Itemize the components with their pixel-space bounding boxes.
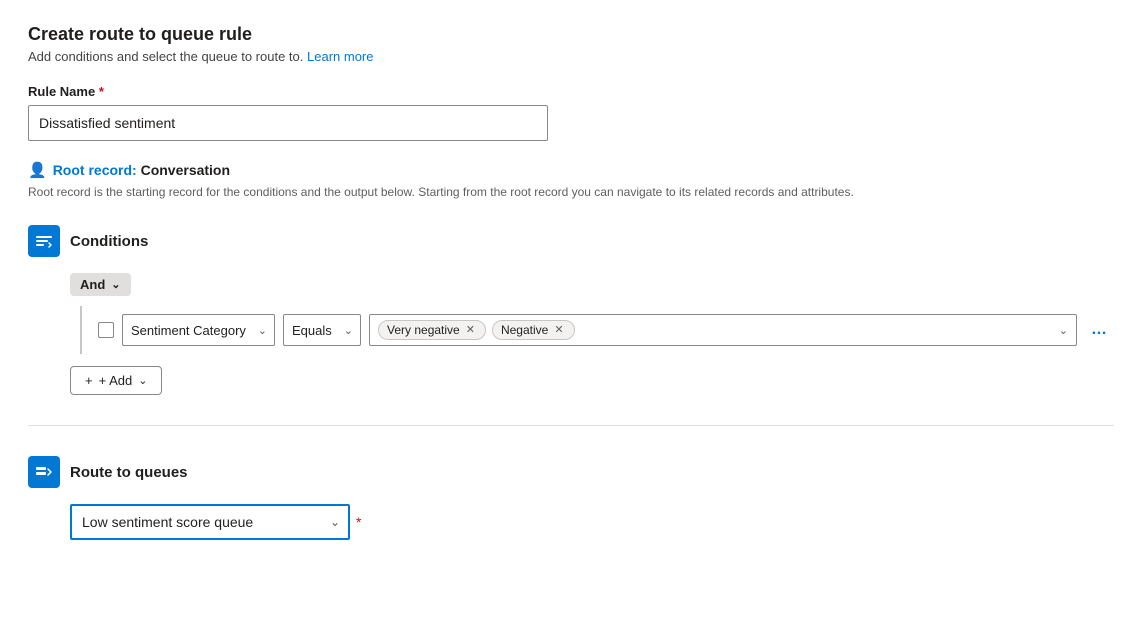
operator-select[interactable]: Equals [283, 314, 361, 346]
condition-row: Sentiment Category ⌄ Equals ⌄ Very negat… [98, 306, 1114, 354]
required-marker: * [99, 84, 104, 99]
and-button[interactable]: And ⌄ [70, 273, 131, 296]
remove-very-negative-button[interactable]: ✕ [464, 325, 477, 336]
conditions-body: And ⌄ Sentiment Category ⌄ Equals ⌄ [70, 273, 1114, 395]
field-select-wrapper: Sentiment Category ⌄ [122, 314, 275, 346]
condition-row-wrapper: Sentiment Category ⌄ Equals ⌄ Very negat… [80, 306, 1114, 354]
field-select[interactable]: Sentiment Category [122, 314, 275, 346]
root-record-title: 👤 Root record: Conversation [28, 161, 1114, 179]
values-container[interactable]: Very negative ✕ Negative ✕ ⌄ [369, 314, 1077, 346]
operator-select-wrapper: Equals ⌄ [283, 314, 361, 346]
add-chevron-icon: ⌄ [138, 374, 147, 387]
section-divider [28, 425, 1114, 426]
values-chevron-icon[interactable]: ⌄ [1059, 324, 1068, 337]
page-title: Create route to queue rule [28, 24, 1114, 45]
add-icon: + [85, 373, 93, 388]
tag-very-negative: Very negative ✕ [378, 320, 486, 340]
and-label: And [80, 277, 105, 292]
add-label: + Add [99, 373, 133, 388]
condition-checkbox[interactable] [98, 322, 114, 338]
add-button[interactable]: + + Add ⌄ [70, 366, 162, 395]
conditions-title: Conditions [70, 233, 148, 250]
route-queues-title: Route to queues [70, 464, 188, 481]
queue-select-wrapper: Low sentiment score queue High priority … [70, 504, 350, 540]
queue-select-row: Low sentiment score queue High priority … [70, 504, 1114, 540]
root-record-icon: 👤 [28, 161, 47, 179]
root-record-description: Root record is the starting record for t… [28, 183, 928, 201]
and-chevron-icon: ⌄ [111, 278, 120, 291]
queue-select[interactable]: Low sentiment score queue High priority … [70, 504, 350, 540]
rule-name-input[interactable] [28, 105, 548, 141]
conditions-section-header: Conditions [28, 225, 1114, 257]
root-record-section: 👤 Root record: Conversation Root record … [28, 161, 1114, 201]
tag-negative: Negative ✕ [492, 320, 575, 340]
remove-negative-button[interactable]: ✕ [552, 325, 565, 336]
more-options-button[interactable]: … [1085, 317, 1114, 343]
rule-name-label: Rule Name * [28, 84, 1114, 99]
conditions-icon [28, 225, 60, 257]
learn-more-link[interactable]: Learn more [307, 49, 373, 64]
route-to-queues-header: Route to queues [28, 456, 1114, 488]
route-queues-icon [28, 456, 60, 488]
page-subtitle: Add conditions and select the queue to r… [28, 49, 1114, 64]
queue-required-marker: * [356, 514, 361, 530]
